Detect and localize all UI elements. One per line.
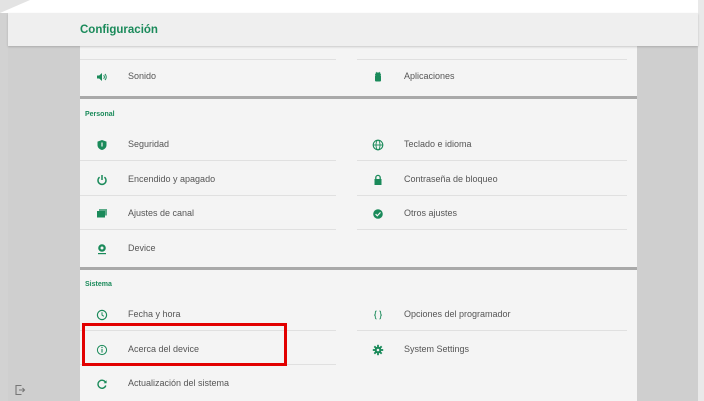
settings-item-system-settings[interactable]: System Settings: [356, 335, 626, 365]
section-title-sistema: Sistema: [85, 281, 112, 288]
check-circle-icon: [373, 209, 383, 219]
settings-item-contrasena[interactable]: Contraseña de bloqueo: [356, 165, 626, 195]
settings-item-actualizacion[interactable]: Actualización del sistema: [80, 369, 350, 399]
right-margin: [637, 46, 698, 401]
row-divider: [80, 59, 336, 60]
section-separator: [80, 96, 637, 99]
volume-icon: [97, 73, 107, 81]
row-divider: [357, 59, 627, 60]
shield-icon: [97, 140, 107, 150]
top-strip: [0, 0, 704, 13]
settings-item-label: Otros ajustes: [404, 208, 458, 218]
row-divider: [357, 229, 627, 230]
top-wedge: [0, 0, 30, 13]
settings-item-programador[interactable]: Opciones del programador: [356, 300, 626, 330]
settings-item-label: Teclado e idioma: [404, 139, 472, 149]
settings-item-sonido[interactable]: Sonido: [80, 62, 350, 92]
channel-icon: [97, 209, 107, 218]
row-divider: [80, 229, 336, 230]
settings-item-seguridad[interactable]: Seguridad: [80, 130, 350, 160]
settings-item-otros[interactable]: Otros ajustes: [356, 199, 626, 229]
row-divider: [357, 330, 627, 331]
section-title-personal: Personal: [85, 111, 115, 118]
clock-icon: [96, 309, 108, 321]
power-icon: [97, 175, 107, 186]
settings-item-label: Aplicaciones: [404, 71, 455, 81]
page-title: Configuración: [80, 24, 158, 36]
row-divider: [80, 160, 336, 161]
settings-item-label: Fecha y hora: [128, 309, 181, 319]
settings-item-label: Sonido: [128, 71, 157, 81]
settings-item-label: Opciones del programador: [404, 309, 511, 319]
settings-item-aplicaciones[interactable]: Aplicaciones: [356, 62, 626, 92]
braces-icon: [374, 310, 382, 320]
highlight-box: [82, 323, 287, 366]
lock-icon: [374, 174, 382, 185]
settings-item-ajustes-canal[interactable]: Ajustes de canal: [80, 199, 350, 229]
row-divider: [80, 195, 336, 196]
android-icon: [375, 71, 381, 82]
row-divider: [357, 160, 627, 161]
exit-icon[interactable]: [14, 384, 26, 396]
row-divider: [357, 195, 627, 196]
refresh-icon: [97, 379, 107, 389]
settings-item-device[interactable]: Device: [80, 234, 350, 264]
settings-item-label: Ajustes de canal: [128, 208, 195, 218]
gear-icon: [372, 344, 384, 356]
globe-icon: [372, 139, 384, 151]
section-separator: [80, 267, 637, 270]
location-pin-icon: [98, 244, 106, 255]
app-header: Configuración: [8, 13, 698, 46]
right-edge: [698, 0, 704, 401]
settings-item-label: Actualización del sistema: [128, 378, 230, 388]
settings-item-teclado[interactable]: Teclado e idioma: [356, 130, 626, 160]
settings-item-label: Contraseña de bloqueo: [404, 174, 498, 184]
settings-item-label: Seguridad: [128, 139, 170, 149]
settings-item-label: Device: [128, 243, 156, 253]
left-margin: [8, 46, 80, 401]
settings-item-encendido[interactable]: Encendido y apagado: [80, 165, 350, 195]
settings-item-label: Encendido y apagado: [128, 174, 216, 184]
settings-item-label: System Settings: [404, 344, 470, 354]
